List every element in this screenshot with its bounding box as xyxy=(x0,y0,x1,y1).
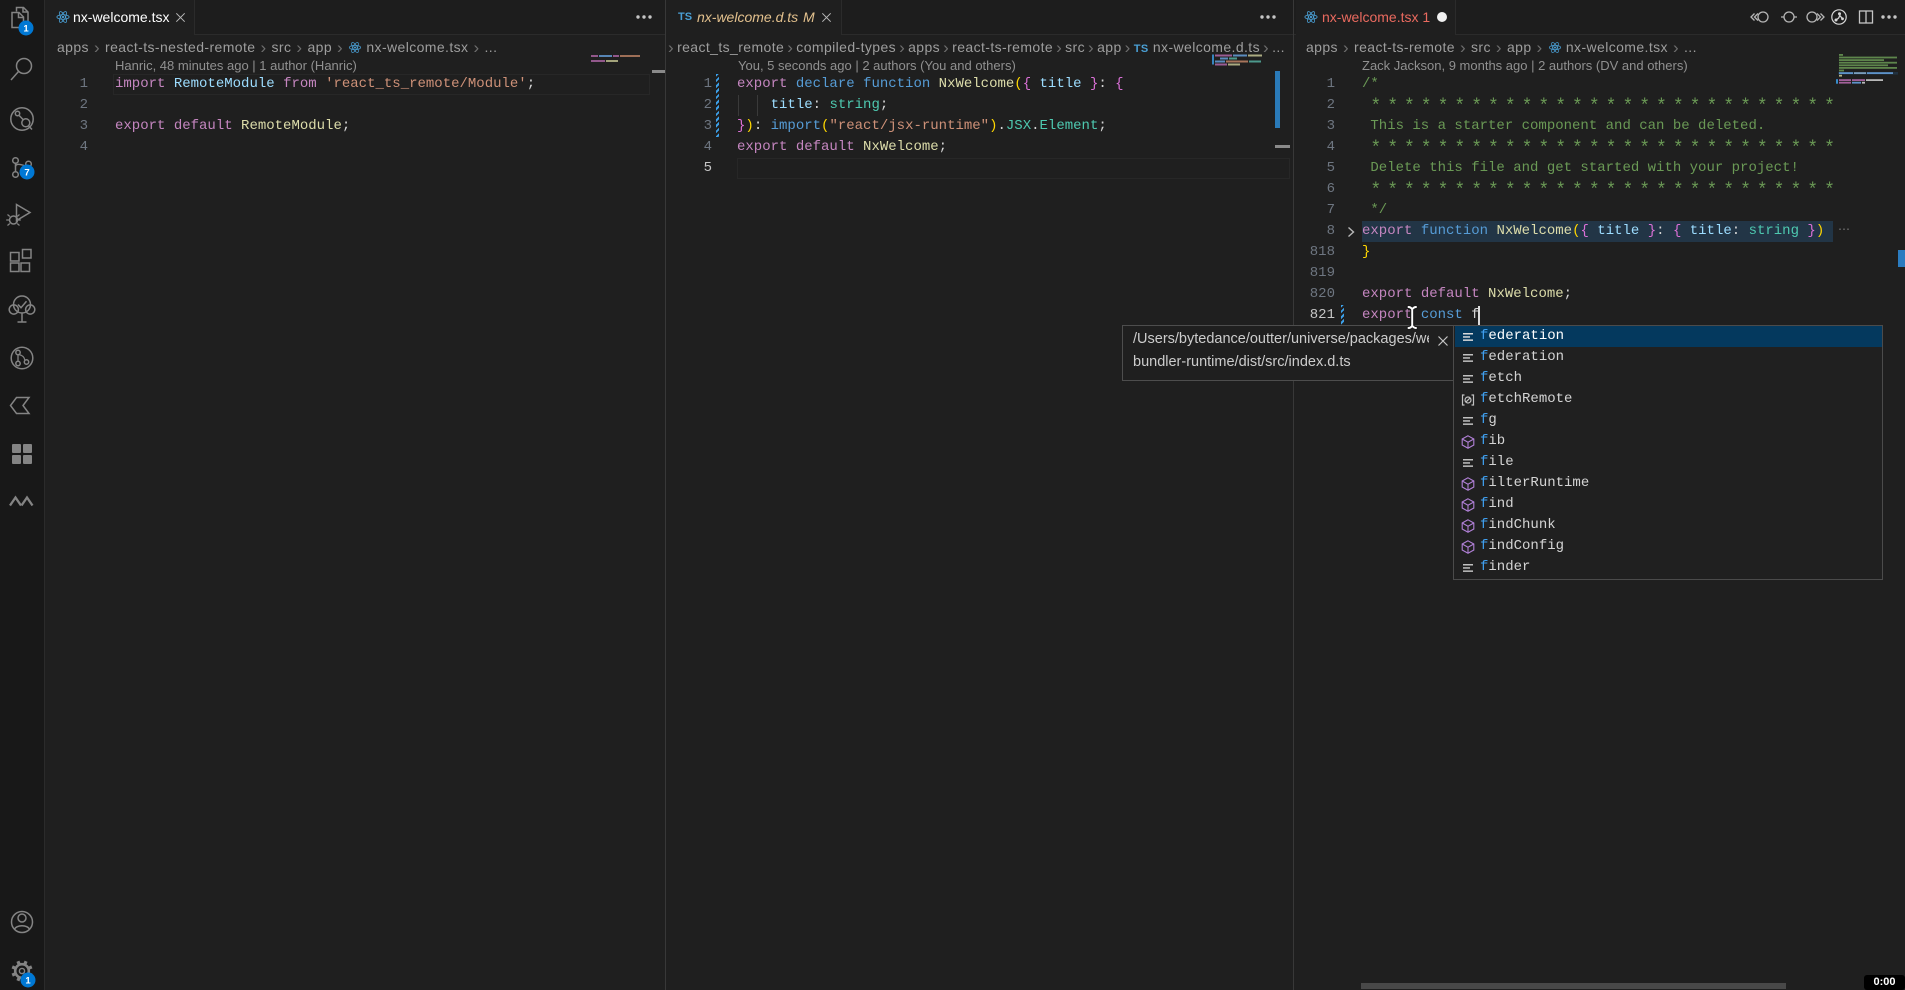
svg-text:1: 1 xyxy=(25,975,31,986)
svg-text:1: 1 xyxy=(23,23,29,34)
svg-text:7: 7 xyxy=(24,167,29,178)
